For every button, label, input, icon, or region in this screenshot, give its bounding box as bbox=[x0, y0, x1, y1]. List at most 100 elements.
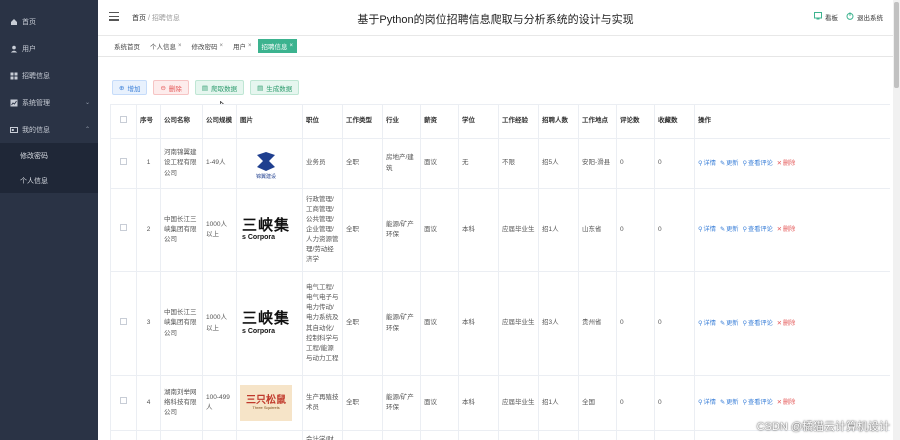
dashboard-link[interactable]: 看板 bbox=[814, 12, 838, 22]
cell-salary: 面议 bbox=[420, 188, 459, 272]
add-button-label: 增加 bbox=[127, 85, 141, 93]
page-title: 基于Python的岗位招聘信息爬取与分析系统的设计与实现 bbox=[357, 14, 634, 26]
cell-experience: 不限 bbox=[498, 138, 539, 189]
row-checkbox-cell[interactable] bbox=[110, 271, 137, 376]
user-icon bbox=[10, 45, 18, 53]
generate-data-button[interactable]: ▤ 生成数据 bbox=[250, 80, 300, 95]
tab-label: 系统首页 bbox=[114, 44, 140, 51]
document-icon: ▤ bbox=[257, 84, 264, 92]
row-checkbox-cell[interactable] bbox=[110, 188, 137, 272]
tab-jobs[interactable]: 招聘信息 × bbox=[257, 39, 298, 53]
delete-row-button[interactable]: ✕ 删除 bbox=[777, 225, 796, 235]
vertical-scrollbar[interactable] bbox=[893, 0, 900, 440]
tab-label: 个人信息 bbox=[150, 44, 176, 51]
view-comments-button[interactable]: ⚲ 查看评论 bbox=[742, 159, 772, 169]
tab-change-password[interactable]: 修改密码 × bbox=[188, 39, 228, 53]
dashboard-icon bbox=[814, 12, 822, 22]
search-icon: ⚲ bbox=[698, 159, 703, 167]
column-header: 公司名称 bbox=[160, 104, 203, 139]
column-header: 行业 bbox=[382, 104, 421, 139]
edit-button[interactable]: ✎ 更新 bbox=[720, 159, 739, 169]
delete-row-button[interactable]: ✕ 删除 bbox=[777, 159, 796, 169]
sidebar-item-system[interactable]: 系统管理 ⌄ bbox=[0, 89, 98, 116]
cell-headcount bbox=[538, 430, 579, 440]
select-all-checkbox-cell[interactable] bbox=[110, 104, 137, 139]
close-icon[interactable]: × bbox=[290, 43, 294, 49]
row-checkbox[interactable] bbox=[120, 397, 127, 405]
company-logo-cell: 锦翼建设 bbox=[236, 138, 303, 189]
edit-icon: ✎ bbox=[719, 399, 726, 407]
minus-icon: ⊖ bbox=[160, 84, 166, 92]
generate-data-label: 生成数据 bbox=[266, 85, 293, 93]
delete-button-label: 删除 bbox=[168, 85, 182, 93]
grid-icon bbox=[10, 72, 18, 80]
select-all-checkbox[interactable] bbox=[120, 115, 127, 123]
cell-location: 安阳-滑县 bbox=[578, 138, 617, 189]
cell-company: 河南锦翼建设工程有限公司 bbox=[160, 138, 203, 189]
search-icon: ⚲ bbox=[698, 319, 703, 327]
row-actions-cell: ⚲ 详情 ✎ 更新 ⚲ 查看评论 ✕ 删除 bbox=[694, 271, 890, 376]
sidebar-item-jobs[interactable]: 招聘信息 bbox=[0, 62, 98, 89]
tab-profile[interactable]: 个人信息 × bbox=[146, 39, 186, 53]
cell-size: 1000人以上 bbox=[202, 271, 237, 376]
cell-no bbox=[136, 430, 161, 440]
cell-industry: 能源/矿产环保 bbox=[382, 375, 421, 431]
row-checkbox[interactable] bbox=[120, 317, 127, 325]
edit-button[interactable]: ✎ 更新 bbox=[720, 319, 739, 329]
sidebar-item-home[interactable]: 首页 bbox=[0, 8, 98, 35]
delete-button[interactable]: ⊖ 删除 bbox=[153, 80, 189, 95]
cell-type: 全职 bbox=[342, 271, 383, 376]
view-label: 详情 bbox=[703, 159, 716, 167]
cell-headcount: 招5人 bbox=[538, 138, 579, 189]
comment-label: 查看评论 bbox=[748, 399, 773, 407]
add-button[interactable]: ⊕ 增加 bbox=[112, 80, 148, 95]
sidebar-subitem-change-password[interactable]: 修改密码 bbox=[0, 143, 98, 168]
view-comments-button[interactable]: ⚲ 查看评论 bbox=[742, 398, 772, 408]
view-details-button[interactable]: ⚲ 详情 bbox=[698, 225, 716, 235]
row-checkbox-cell[interactable] bbox=[110, 430, 137, 440]
view-details-button[interactable]: ⚲ 详情 bbox=[698, 398, 716, 408]
cell-location: 山东省 bbox=[578, 188, 617, 272]
edit-button[interactable]: ✎ 更新 bbox=[720, 398, 739, 408]
view-details-button[interactable]: ⚲ 详情 bbox=[698, 319, 716, 329]
sidebar-subitem-profile[interactable]: 个人信息 bbox=[0, 168, 98, 193]
cell-size: 100-499人 bbox=[202, 375, 237, 431]
search-icon: ⚲ bbox=[742, 399, 748, 407]
tab-bar: 系统首页 个人信息 × 修改密码 × 用户 × 招聘信息 × bbox=[98, 36, 893, 57]
view-details-button[interactable]: ⚲ 详情 bbox=[698, 159, 716, 169]
sidebar-item-my-info[interactable]: 我的信息 ⌃ bbox=[0, 116, 98, 143]
cell-salary: 面议 bbox=[420, 375, 459, 431]
header-actions: 看板 退出系统 bbox=[814, 12, 883, 22]
view-comments-button[interactable]: ⚲ 查看评论 bbox=[742, 225, 772, 235]
close-icon[interactable]: × bbox=[248, 43, 252, 49]
row-actions-cell: ⚲ 详情 ✎ 更新 ⚲ 查看评论 ✕ 删除 bbox=[694, 138, 890, 189]
sidebar-item-users[interactable]: 用户 bbox=[0, 35, 98, 62]
row-checkbox-cell[interactable] bbox=[110, 375, 137, 431]
view-label: 详情 bbox=[703, 319, 716, 327]
delete-row-button[interactable]: ✕ 删除 bbox=[777, 319, 796, 329]
row-checkbox[interactable] bbox=[120, 224, 127, 232]
cell-size: 1-49人 bbox=[202, 138, 237, 189]
view-comments-button[interactable]: ⚲ 查看评论 bbox=[742, 319, 772, 329]
tab-home[interactable]: 系统首页 bbox=[110, 39, 144, 53]
edit-button[interactable]: ✎ 更新 bbox=[720, 225, 739, 235]
logout-link[interactable]: 退出系统 bbox=[846, 12, 883, 22]
crawl-data-label: 爬取数据 bbox=[211, 85, 238, 93]
cell-type: 全职 bbox=[342, 375, 383, 431]
sidebar-item-label: 首页 bbox=[22, 18, 36, 26]
delete-row-button[interactable]: ✕ 删除 bbox=[777, 398, 796, 408]
cell-no: 3 bbox=[136, 271, 161, 376]
delete-label: 删除 bbox=[782, 226, 796, 234]
scrollbar-thumb[interactable] bbox=[894, 2, 899, 88]
row-checkbox-cell[interactable] bbox=[110, 138, 137, 189]
close-icon[interactable]: × bbox=[220, 43, 224, 49]
cell-location bbox=[578, 430, 617, 440]
tab-users[interactable]: 用户 × bbox=[229, 39, 256, 53]
close-icon[interactable]: × bbox=[178, 43, 182, 49]
row-checkbox[interactable] bbox=[120, 157, 127, 165]
sidebar-subitem-label: 个人信息 bbox=[20, 177, 48, 185]
crawl-data-button[interactable]: ▤ 爬取数据 bbox=[194, 80, 245, 95]
row-actions: ⚲ 详情 ✎ 更新 ⚲ 查看评论 ✕ 删除 bbox=[698, 225, 887, 235]
view-label: 详情 bbox=[703, 399, 716, 407]
cell-company: 中国长江三峡集团有限公司 bbox=[160, 271, 203, 376]
